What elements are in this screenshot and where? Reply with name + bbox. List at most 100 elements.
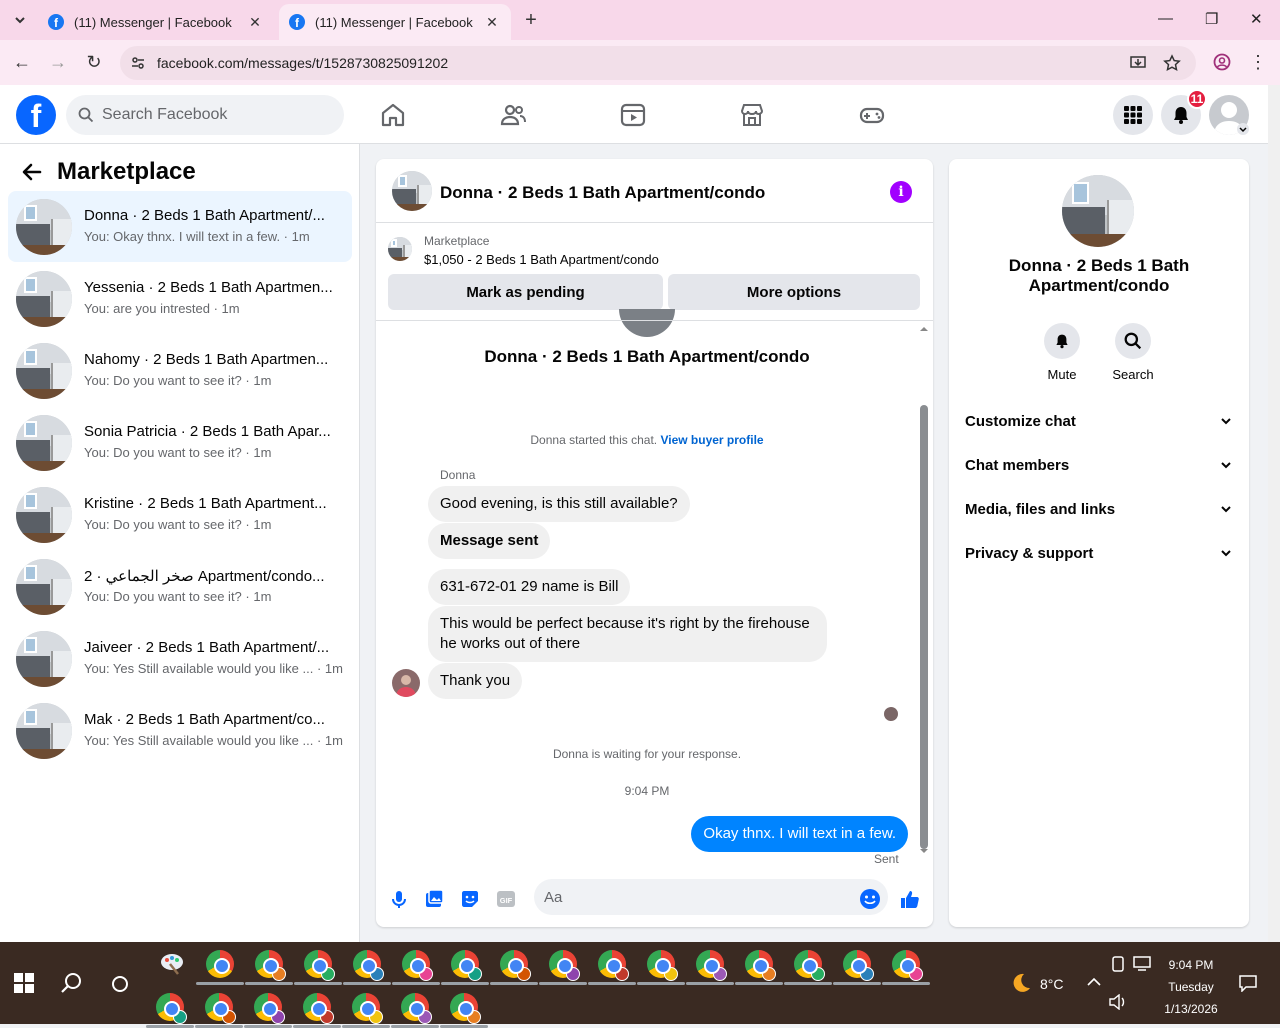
message-bubble[interactable]: This would be perfect because it's right…: [428, 606, 827, 662]
gif-icon[interactable]: GIF: [495, 888, 517, 910]
tab-search-dropdown[interactable]: [8, 8, 32, 32]
chat-header-title[interactable]: Donna · 2 Beds 1 Bath Apartment/condo: [440, 183, 765, 203]
friends-icon[interactable]: [499, 101, 527, 129]
facebook-search-input[interactable]: Search Facebook: [66, 95, 344, 135]
emoji-icon[interactable]: [859, 888, 881, 910]
profile-icon[interactable]: [1211, 51, 1233, 73]
browser-tab-1[interactable]: f (11) Messenger | Facebook ✕: [38, 4, 274, 40]
chrome-app-icon[interactable]: [451, 950, 482, 981]
close-tab-icon[interactable]: ✕: [246, 14, 264, 31]
reload-button[interactable]: ↻: [83, 51, 105, 73]
details-section-row[interactable]: Chat members: [965, 443, 1233, 487]
paint-app-icon[interactable]: [158, 950, 186, 978]
scroll-up-icon[interactable]: [920, 325, 928, 333]
page-scrollbar[interactable]: [1268, 85, 1280, 942]
chrome-app-icon[interactable]: [352, 993, 383, 1024]
forward-button[interactable]: →: [47, 51, 69, 73]
conversation-item[interactable]: Donna · 2 Beds 1 Bath Apartment/... You: …: [8, 191, 352, 262]
chevron-up-icon[interactable]: [1087, 977, 1101, 987]
site-info-icon[interactable]: [128, 53, 148, 73]
microphone-icon[interactable]: [388, 888, 410, 910]
message-input[interactable]: [534, 879, 888, 915]
notification-center-icon[interactable]: [1238, 974, 1258, 992]
back-button[interactable]: ←: [11, 51, 33, 73]
menu-grid-button[interactable]: [1113, 95, 1153, 135]
view-buyer-profile-link[interactable]: View buyer profile: [660, 433, 763, 447]
details-section-row[interactable]: Privacy & support: [965, 531, 1233, 575]
chrome-app-icon[interactable]: [500, 950, 531, 981]
chrome-app-icon[interactable]: [647, 950, 678, 981]
close-tab-icon[interactable]: ✕: [483, 14, 501, 31]
browser-tab-2[interactable]: f (11) Messenger | Facebook ✕: [279, 4, 511, 40]
video-icon[interactable]: [619, 101, 647, 129]
chrome-app-icon[interactable]: [892, 950, 923, 981]
chrome-app-icon[interactable]: [353, 950, 384, 981]
sticker-icon[interactable]: [459, 888, 481, 910]
network-icon[interactable]: [1133, 956, 1151, 972]
chrome-app-icon[interactable]: [549, 950, 580, 981]
thumbs-up-icon[interactable]: [899, 888, 921, 910]
gaming-icon[interactable]: [858, 101, 886, 129]
chrome-app-icon[interactable]: [304, 950, 335, 981]
message-bubble[interactable]: Good evening, is this still available?: [428, 486, 690, 522]
bookmark-star-icon[interactable]: [1162, 53, 1182, 73]
chrome-app-icon[interactable]: [794, 950, 825, 981]
chrome-app-icon[interactable]: [303, 993, 334, 1024]
restore-button[interactable]: ❐: [1205, 10, 1218, 28]
new-tab-button[interactable]: +: [520, 9, 542, 32]
chrome-app-icon[interactable]: [255, 950, 286, 981]
chrome-app-icon[interactable]: [745, 950, 776, 981]
chrome-app-icon[interactable]: [206, 950, 234, 978]
conversation-item[interactable]: صخر الجماعي · 2 Apartment/condo... You: D…: [8, 551, 352, 622]
browser-menu-icon[interactable]: ⋮: [1247, 51, 1269, 73]
chrome-app-icon[interactable]: [598, 950, 629, 981]
chrome-app-icon[interactable]: [450, 993, 481, 1024]
listing-price[interactable]: $1,050 - 2 Beds 1 Bath Apartment/condo: [424, 252, 659, 267]
listing-profile-image[interactable]: [1062, 175, 1134, 247]
message-bubble[interactable]: 631-672-01 29 name is Bill: [428, 569, 631, 605]
phone-link-icon[interactable]: [1112, 956, 1124, 972]
message-bubble[interactable]: Thank you: [428, 663, 523, 699]
details-section-row[interactable]: Customize chat: [965, 399, 1233, 443]
chrome-app-icon[interactable]: [402, 950, 433, 981]
chrome-app-icon[interactable]: [205, 993, 236, 1024]
info-icon[interactable]: i: [890, 181, 912, 203]
marketplace-icon[interactable]: [738, 101, 766, 129]
mark-as-pending-button[interactable]: Mark as pending: [388, 274, 663, 310]
chrome-app-icon[interactable]: [254, 993, 285, 1024]
back-arrow-icon[interactable]: [20, 160, 44, 184]
conversation-item[interactable]: Kristine · 2 Beds 1 Bath Apartment... You…: [8, 479, 352, 550]
task-view-icon[interactable]: [110, 974, 130, 994]
details-section-row[interactable]: Media, files and links: [965, 487, 1233, 531]
address-bar[interactable]: facebook.com/messages/t/1528730825091202: [120, 46, 1196, 80]
chrome-app-icon[interactable]: [401, 993, 432, 1024]
close-window-button[interactable]: ✕: [1250, 10, 1263, 28]
my-message-bubble[interactable]: Okay thnx. I will text in a few.: [691, 816, 908, 852]
weather-temperature[interactable]: 8°C: [1040, 976, 1064, 992]
more-options-button[interactable]: More options: [668, 274, 920, 310]
search-icon[interactable]: [60, 971, 84, 995]
minimize-button[interactable]: —: [1158, 10, 1173, 27]
listing-small-thumbnail[interactable]: [388, 237, 412, 261]
mute-button[interactable]: Mute: [1032, 323, 1092, 382]
windows-start-icon[interactable]: [14, 973, 34, 993]
photo-icon[interactable]: [423, 888, 445, 910]
clock[interactable]: 9:04 PM Tuesday 1/13/2026: [1156, 954, 1226, 1020]
message-bubble[interactable]: Message sent: [428, 523, 551, 559]
facebook-logo[interactable]: f: [16, 95, 56, 135]
listing-thumbnail[interactable]: [392, 171, 432, 211]
chrome-app-icon[interactable]: [696, 950, 727, 981]
conversation-item[interactable]: Sonia Patricia · 2 Beds 1 Bath Apar... Yo…: [8, 407, 352, 478]
install-app-icon[interactable]: [1128, 53, 1148, 73]
sender-avatar[interactable]: [392, 669, 420, 697]
volume-icon[interactable]: [1108, 994, 1128, 1010]
chrome-app-icon[interactable]: [843, 950, 874, 981]
conversation-item[interactable]: Yessenia · 2 Beds 1 Bath Apartmen... You:…: [8, 263, 352, 334]
chrome-app-icon[interactable]: [156, 993, 187, 1024]
conversation-item[interactable]: Nahomy · 2 Beds 1 Bath Apartmen... You: D…: [8, 335, 352, 406]
conversation-item[interactable]: Mak · 2 Beds 1 Bath Apartment/co... You: …: [8, 695, 352, 766]
scrollbar-thumb[interactable]: [920, 405, 928, 849]
conversation-item[interactable]: Jaiveer · 2 Beds 1 Bath Apartment/... You…: [8, 623, 352, 694]
search-chat-button[interactable]: Search: [1103, 323, 1163, 382]
home-icon[interactable]: [379, 101, 407, 129]
